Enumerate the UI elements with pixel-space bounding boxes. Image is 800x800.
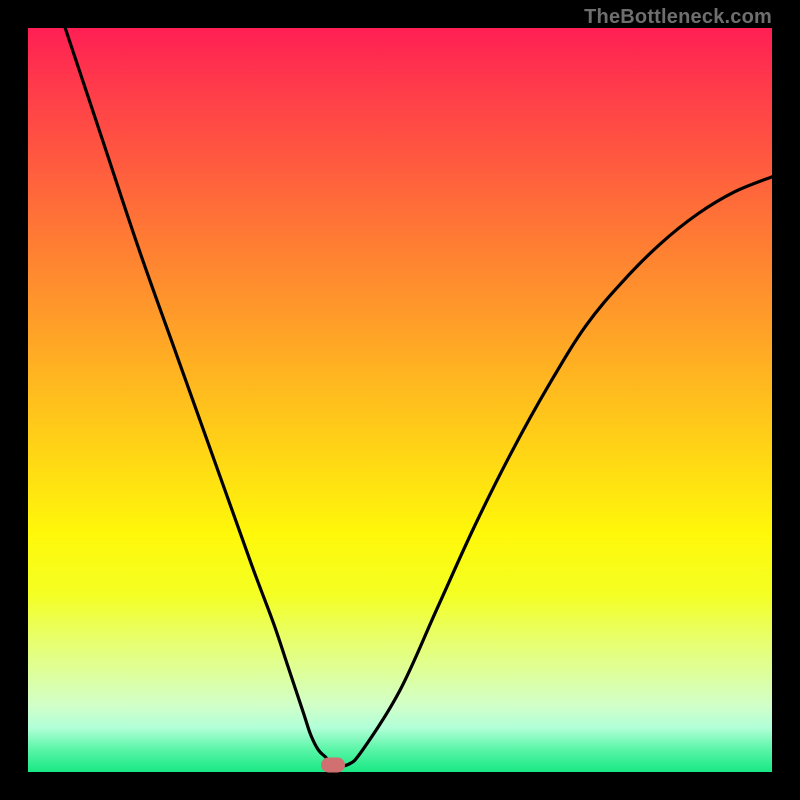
plot-area	[28, 28, 772, 772]
bottleneck-curve	[28, 28, 772, 772]
chart-frame: TheBottleneck.com	[0, 0, 800, 800]
optimum-marker	[321, 757, 345, 772]
attribution-text: TheBottleneck.com	[584, 6, 772, 29]
